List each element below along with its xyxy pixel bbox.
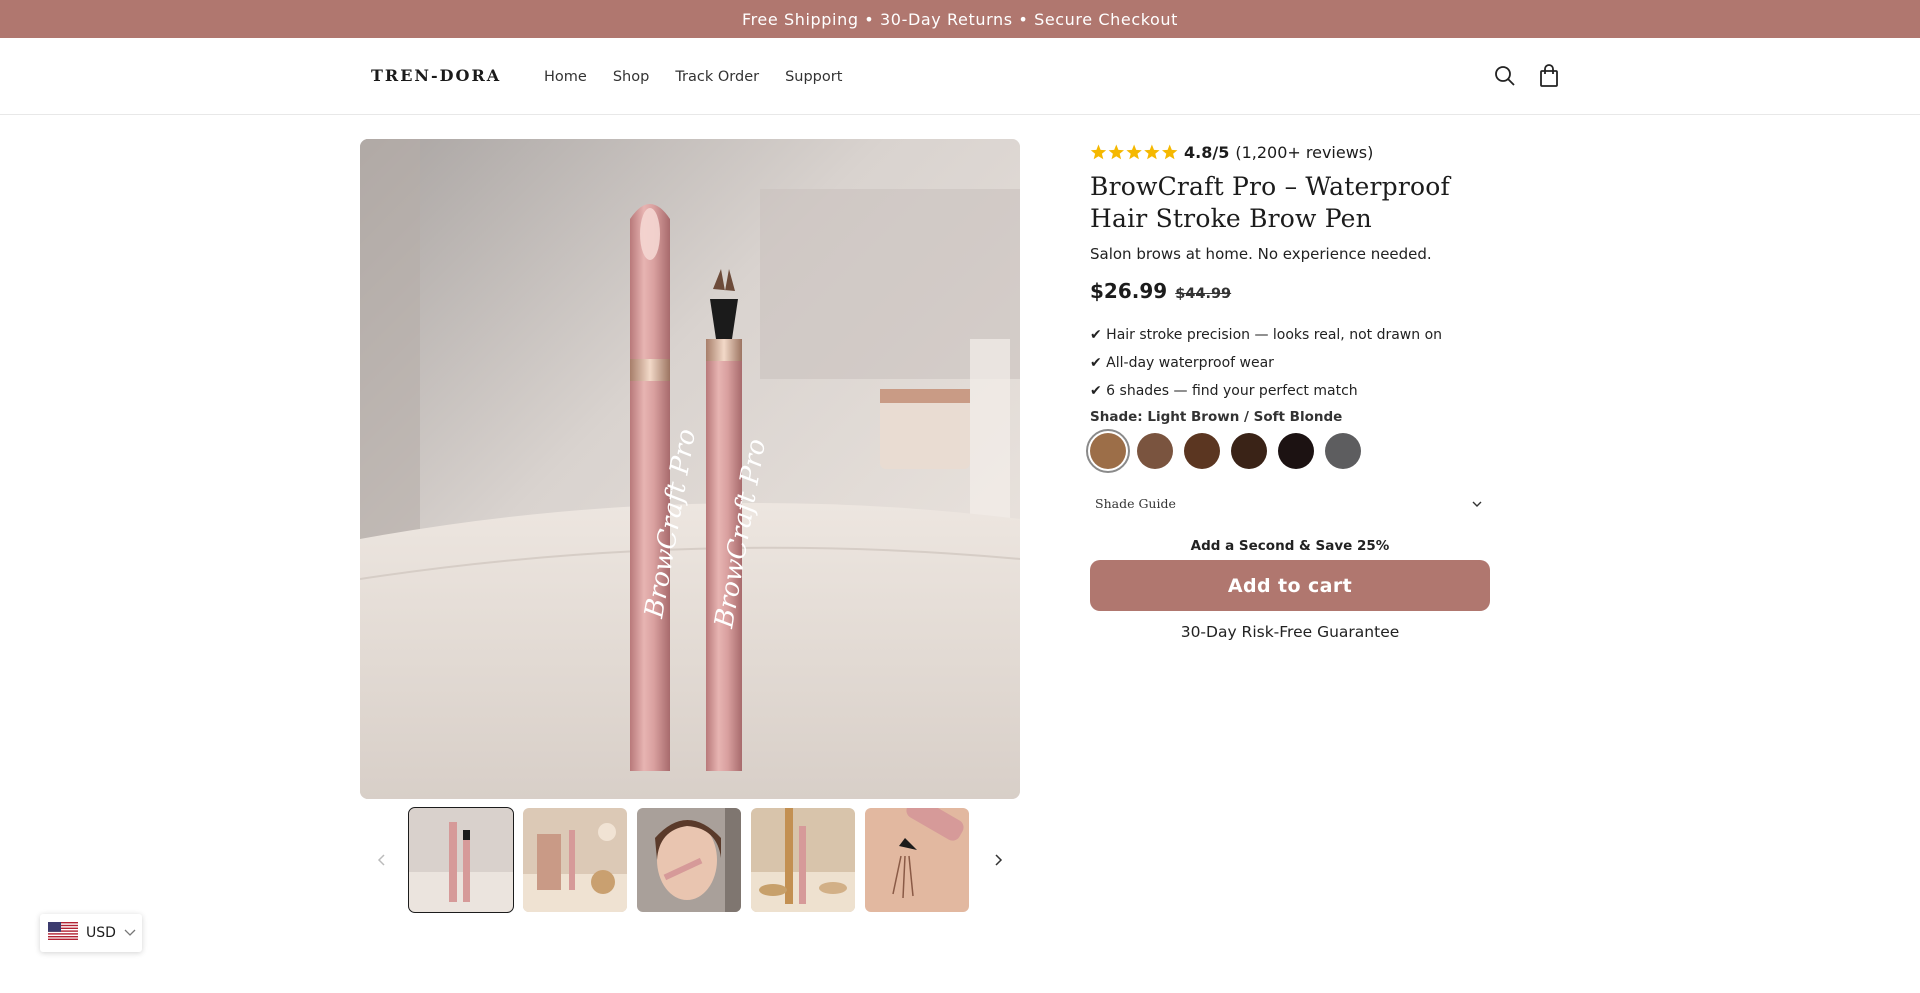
nav-track-order[interactable]: Track Order bbox=[675, 69, 759, 85]
thumbnail-5[interactable] bbox=[865, 808, 969, 912]
thumb-next-arrow[interactable] bbox=[988, 850, 1008, 870]
guarantee-text: 30-Day Risk-Free Guarantee bbox=[1180, 623, 1400, 641]
feature-list: ✔ Hair stroke precision — looks real, no… bbox=[1090, 321, 1490, 405]
rating-row[interactable]: 4.8/5 (1,200+ reviews) bbox=[1090, 139, 1490, 165]
thumb-prev-arrow[interactable] bbox=[372, 850, 392, 870]
thumbnail-1[interactable] bbox=[408, 807, 514, 913]
shade-swatches bbox=[1086, 429, 1490, 473]
rating-score: 4.8/5 bbox=[1184, 142, 1230, 162]
product-title: BrowCraft Pro – Waterproof Hair Stroke B… bbox=[1090, 172, 1450, 233]
main-nav: Home Shop Track Order Support bbox=[544, 69, 842, 85]
nav-shop[interactable]: Shop bbox=[613, 69, 649, 85]
swatch-light-brown[interactable] bbox=[1086, 429, 1130, 473]
announcement-bar: Free Shipping • 30-Day Returns • Secure … bbox=[0, 0, 1920, 38]
chevron-down-icon bbox=[124, 925, 136, 941]
bundle-offer: Add a Second & Save 25% bbox=[1190, 538, 1390, 554]
price-row: $26.99 $44.99 bbox=[1090, 279, 1490, 303]
shade-guide-toggle[interactable]: Shade Guide bbox=[1090, 491, 1490, 515]
chevron-down-icon bbox=[1472, 496, 1482, 511]
nav-home[interactable]: Home bbox=[544, 69, 587, 85]
add-to-cart-button[interactable]: Add to cart bbox=[1090, 560, 1490, 611]
feature-item: ✔ 6 shades — find your perfect match bbox=[1090, 383, 1358, 399]
site-header: TREN-DORA Home Shop Track Order Support bbox=[0, 38, 1920, 115]
thumbnail-4[interactable] bbox=[751, 808, 855, 912]
product-subtitle: Salon brows at home. No experience neede… bbox=[1090, 245, 1432, 263]
currency-code: USD bbox=[86, 925, 116, 941]
announcement-text: Free Shipping • 30-Day Returns • Secure … bbox=[741, 9, 1179, 29]
shade-label: Shade: Light Brown / Soft Blonde bbox=[1090, 409, 1343, 425]
swatch-5[interactable] bbox=[1278, 433, 1314, 469]
thumbnail-2[interactable] bbox=[523, 808, 627, 912]
feature-item: ✔ All-day waterproof wear bbox=[1090, 355, 1274, 371]
feature-item: ✔ Hair stroke precision — looks real, no… bbox=[1090, 327, 1443, 343]
us-flag-icon bbox=[48, 922, 78, 944]
thumbnail-3[interactable] bbox=[637, 808, 741, 912]
cart-icon[interactable] bbox=[1538, 64, 1562, 88]
nav-support[interactable]: Support bbox=[785, 69, 842, 85]
shade-guide-label: Shade Guide bbox=[1095, 495, 1176, 511]
product-info: 4.8/5 (1,200+ reviews) BrowCraft Pro – W… bbox=[1086, 139, 1490, 641]
product-main-image[interactable]: BrowCraft Pro BrowCraft Pro bbox=[360, 139, 1020, 799]
currency-selector[interactable]: USD bbox=[40, 914, 142, 952]
star-rating-icon bbox=[1090, 144, 1178, 161]
swatch-4[interactable] bbox=[1231, 433, 1267, 469]
swatch-3[interactable] bbox=[1184, 433, 1220, 469]
thumbnail-strip bbox=[360, 807, 1020, 914]
compare-price: $44.99 bbox=[1175, 286, 1232, 302]
logo[interactable]: TREN-DORA bbox=[371, 66, 501, 85]
swatch-6[interactable] bbox=[1325, 433, 1361, 469]
sale-price: $26.99 bbox=[1090, 279, 1168, 303]
search-icon[interactable] bbox=[1494, 65, 1518, 89]
swatch-2[interactable] bbox=[1137, 433, 1173, 469]
rating-count[interactable]: (1,200+ reviews) bbox=[1235, 143, 1373, 162]
